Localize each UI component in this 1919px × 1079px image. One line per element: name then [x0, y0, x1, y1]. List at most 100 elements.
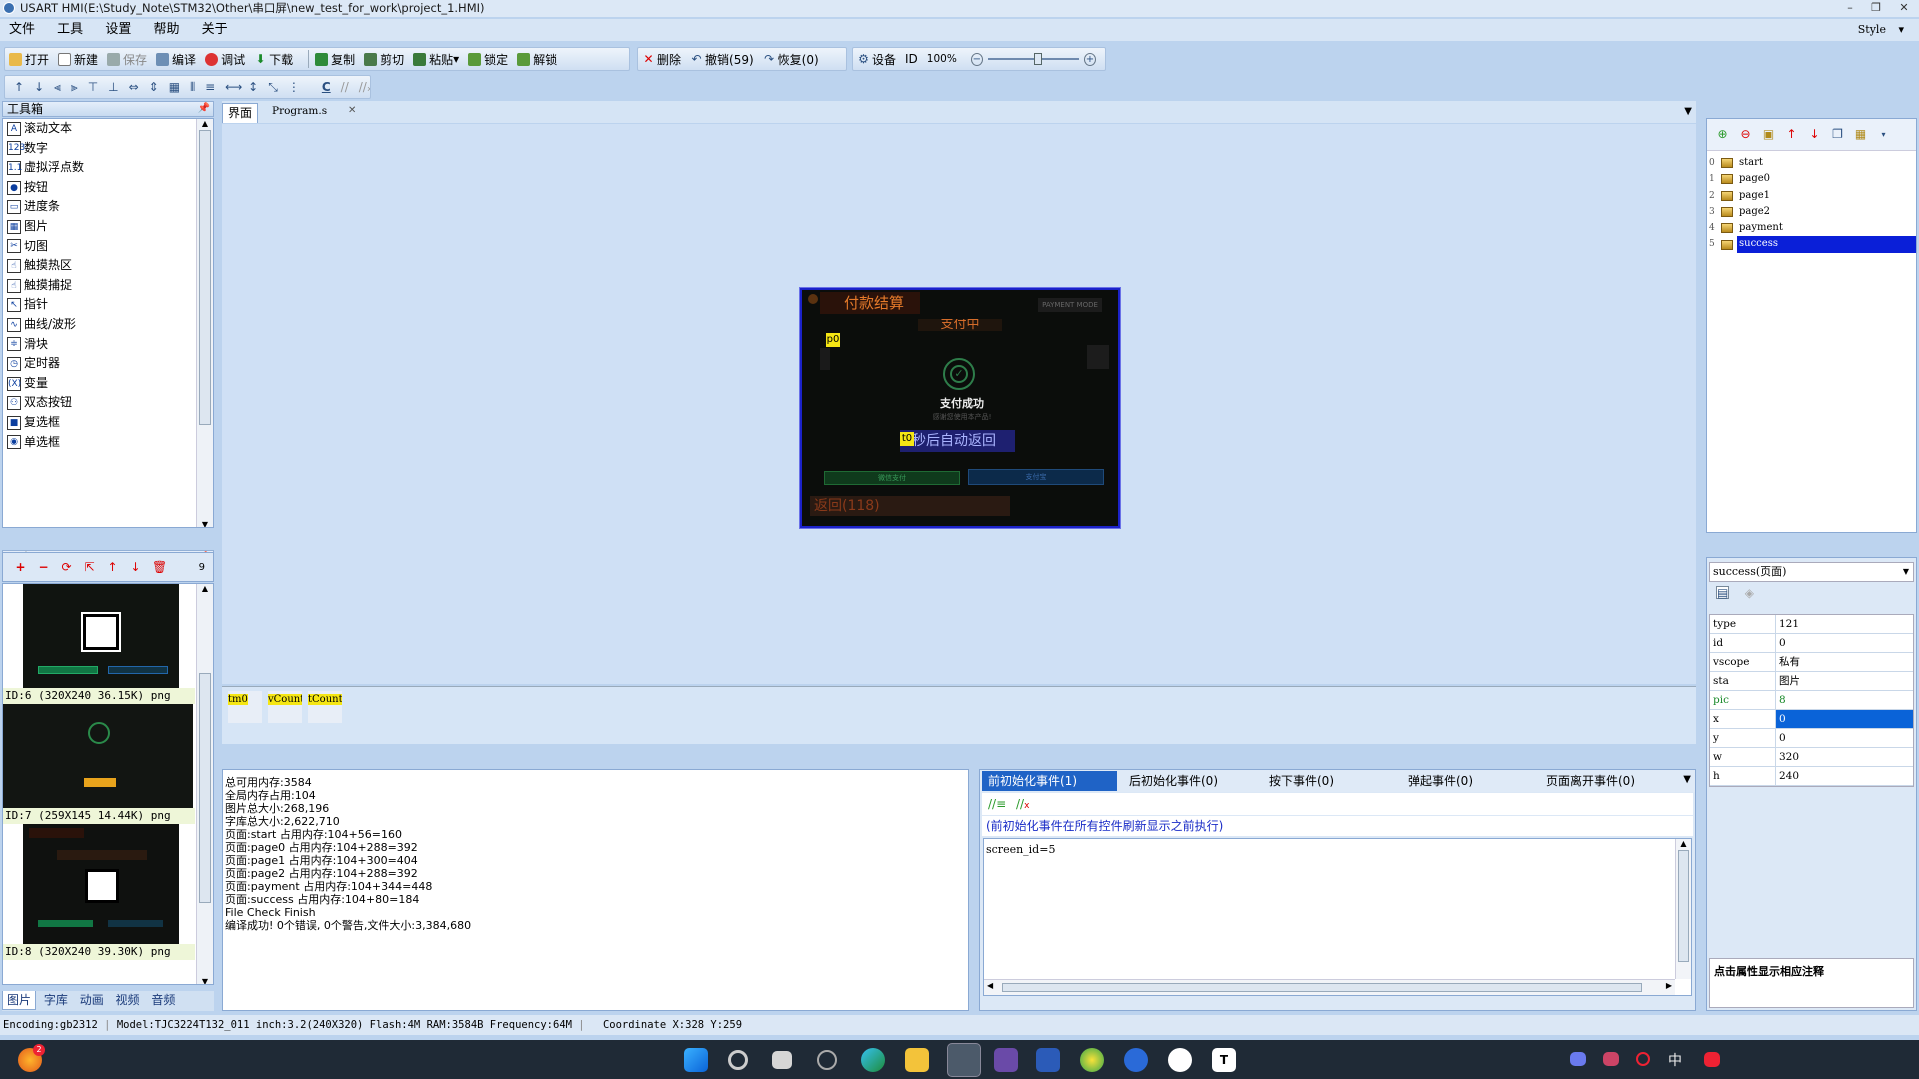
ime-indicator[interactable]: 中 [1668, 1050, 1682, 1070]
word-icon[interactable] [1036, 1048, 1060, 1072]
image-down-icon[interactable]: ↓ [129, 560, 142, 574]
qq-icon[interactable] [1168, 1048, 1192, 1072]
code-vscroll-thumb[interactable] [1678, 850, 1689, 962]
minimize-button[interactable]: – [1837, 0, 1863, 16]
delete-page-icon[interactable]: ⊖ [1739, 128, 1752, 141]
toolbox-item[interactable]: (X) 变量 [3, 374, 195, 394]
image-item[interactable]: ID:7 (259X145 14.44K) png [3, 704, 195, 824]
property-value[interactable]: 0 [1776, 729, 1913, 747]
property-value[interactable]: 320 [1776, 748, 1913, 766]
tab-animations[interactable]: 动画 [76, 991, 108, 1009]
property-row[interactable]: pic 8 [1710, 691, 1913, 710]
lock-button[interactable]: 锁定 [468, 51, 508, 68]
uncomment-icon[interactable]: //ₓ [359, 80, 370, 94]
property-row[interactable]: h 240 [1710, 767, 1913, 786]
property-value[interactable]: 121 [1776, 615, 1913, 633]
property-value[interactable]: 私有 [1776, 653, 1913, 671]
code-hscrollbar[interactable]: ◀ ▶ [984, 979, 1675, 995]
tab-press-event[interactable]: 按下事件(0) [1263, 771, 1340, 791]
design-canvas[interactable]: 付款结算 PAYMENT MODE 支付中 p0 ✓ 支付成功 感谢您使用本产品… [222, 124, 1696, 684]
images-scrollbar[interactable]: ▲ ▼ [196, 584, 213, 984]
download-button[interactable]: ⬇ 下载 [254, 51, 294, 68]
compile-button[interactable]: 编译 [156, 51, 196, 68]
typora-icon[interactable]: T [1212, 1048, 1236, 1072]
search-icon[interactable] [728, 1050, 748, 1070]
page-up-icon[interactable]: ↑ [1785, 128, 1798, 141]
toolbox-item[interactable]: ↖ 指针 [3, 295, 195, 315]
property-row[interactable]: w 320 [1710, 748, 1913, 767]
pages-dropdown-icon[interactable]: ▾ [1877, 128, 1890, 141]
task-view-icon[interactable] [772, 1051, 792, 1069]
cut-button[interactable]: 剪切 [364, 51, 404, 68]
zoom-slider-thumb[interactable] [1033, 53, 1042, 65]
move-up-icon[interactable]: ↑ [14, 80, 24, 94]
property-value[interactable]: 图片 [1776, 672, 1913, 690]
property-row[interactable]: type 121 [1710, 615, 1913, 634]
close-tab-icon[interactable]: ✕ [348, 105, 356, 116]
pin-icon[interactable]: 📌 [198, 102, 210, 116]
comment-icon[interactable]: //≡ [988, 797, 1006, 811]
align-top-icon[interactable]: ⊤ [88, 80, 98, 94]
uncomment-icon[interactable]: //x [1016, 797, 1029, 811]
toolbox-item[interactable]: ≑ 滑块 [3, 335, 195, 355]
comment-icon[interactable]: // [341, 80, 349, 94]
unlock-button[interactable]: 解锁 [517, 51, 557, 68]
page-item[interactable]: 0 start [1707, 155, 1916, 171]
tray-search-icon[interactable] [1636, 1052, 1650, 1066]
image-item[interactable]: ID:6 (320X240 36.15K) png [3, 584, 195, 704]
distribute-h-icon[interactable]: ⫴ [190, 80, 195, 94]
property-row[interactable]: id 0 [1710, 634, 1913, 653]
trash-icon[interactable]: 🗑 [152, 560, 167, 574]
c-button[interactable]: C [322, 80, 331, 94]
align-bottom-icon[interactable]: ⊥ [108, 80, 118, 94]
tab-program[interactable]: Program.s [272, 105, 327, 117]
property-value[interactable]: 240 [1776, 767, 1913, 785]
property-value[interactable]: 0 [1776, 634, 1913, 652]
align-left-icon[interactable]: ⫷ [54, 80, 61, 94]
spacing-icon[interactable]: ⋮ [288, 80, 300, 94]
tab-audio[interactable]: 音频 [147, 991, 179, 1009]
zoom-slider[interactable] [987, 53, 1079, 65]
undo-button[interactable]: ↶ 撤销(59) [690, 51, 753, 68]
same-size-icon[interactable]: ⤡ [268, 80, 278, 94]
page-item[interactable]: 4 payment [1707, 220, 1916, 236]
align-right-icon[interactable]: ⫸ [71, 80, 78, 94]
copy-page-icon[interactable]: ❐ [1831, 128, 1844, 141]
tab-images[interactable]: 图片 [2, 991, 37, 1010]
tab-release-event[interactable]: 弹起事件(0) [1402, 771, 1479, 791]
tcount-component[interactable]: tCount [308, 691, 342, 723]
page-item[interactable]: 2 page1 [1707, 188, 1916, 204]
toolbox-item[interactable]: A 滚动文本 [3, 119, 195, 139]
images-scroll-thumb[interactable] [199, 673, 211, 903]
todo-icon[interactable] [1124, 1048, 1148, 1072]
center-horizontal-icon[interactable]: ⇔ [129, 80, 139, 94]
toolbox-item[interactable]: ✂ 切图 [3, 237, 195, 257]
zoom-in-icon[interactable]: + [1083, 52, 1097, 66]
settings-app-icon[interactable] [817, 1050, 837, 1070]
event-tabs-dropdown-icon[interactable]: ▼ [1683, 774, 1691, 785]
menu-settings[interactable]: 设置 [96, 19, 140, 41]
distribute-v-icon[interactable]: ≡ [205, 80, 215, 94]
file-explorer-icon[interactable] [905, 1048, 929, 1072]
copy-button[interactable]: 复制 [315, 51, 355, 68]
delete-button[interactable]: ✕ 删除 [642, 51, 681, 68]
edge-icon[interactable] [861, 1048, 885, 1072]
tab-post-init-event[interactable]: 后初始化事件(0) [1123, 771, 1224, 791]
tab-videos[interactable]: 视频 [112, 991, 144, 1009]
move-down-icon[interactable]: ↓ [34, 80, 44, 94]
toolbox-item[interactable]: 123 数字 [3, 139, 195, 159]
property-value[interactable]: 0 [1776, 710, 1913, 728]
paste-button[interactable]: 粘贴 ▾ [413, 51, 459, 68]
same-height-icon[interactable]: ↕ [248, 80, 258, 94]
toolbox-item[interactable]: ◉ 单选框 [3, 433, 195, 453]
toolbox-item[interactable]: ● 按钮 [3, 178, 195, 198]
menu-help[interactable]: 帮助 [144, 19, 188, 41]
tray-cat-icon[interactable] [1603, 1052, 1619, 1066]
toolbox-item[interactable]: ☝ 触摸捕捉 [3, 276, 195, 296]
page-item[interactable]: 5 success [1707, 236, 1916, 253]
center-vertical-icon[interactable]: ⇕ [149, 80, 159, 94]
tab-fonts[interactable]: 字库 [40, 991, 72, 1009]
menu-about[interactable]: 关于 [193, 19, 237, 41]
image-item[interactable]: ID:8 (320X240 39.30K) png [3, 824, 195, 960]
tray-sogou-icon[interactable] [1704, 1052, 1720, 1067]
